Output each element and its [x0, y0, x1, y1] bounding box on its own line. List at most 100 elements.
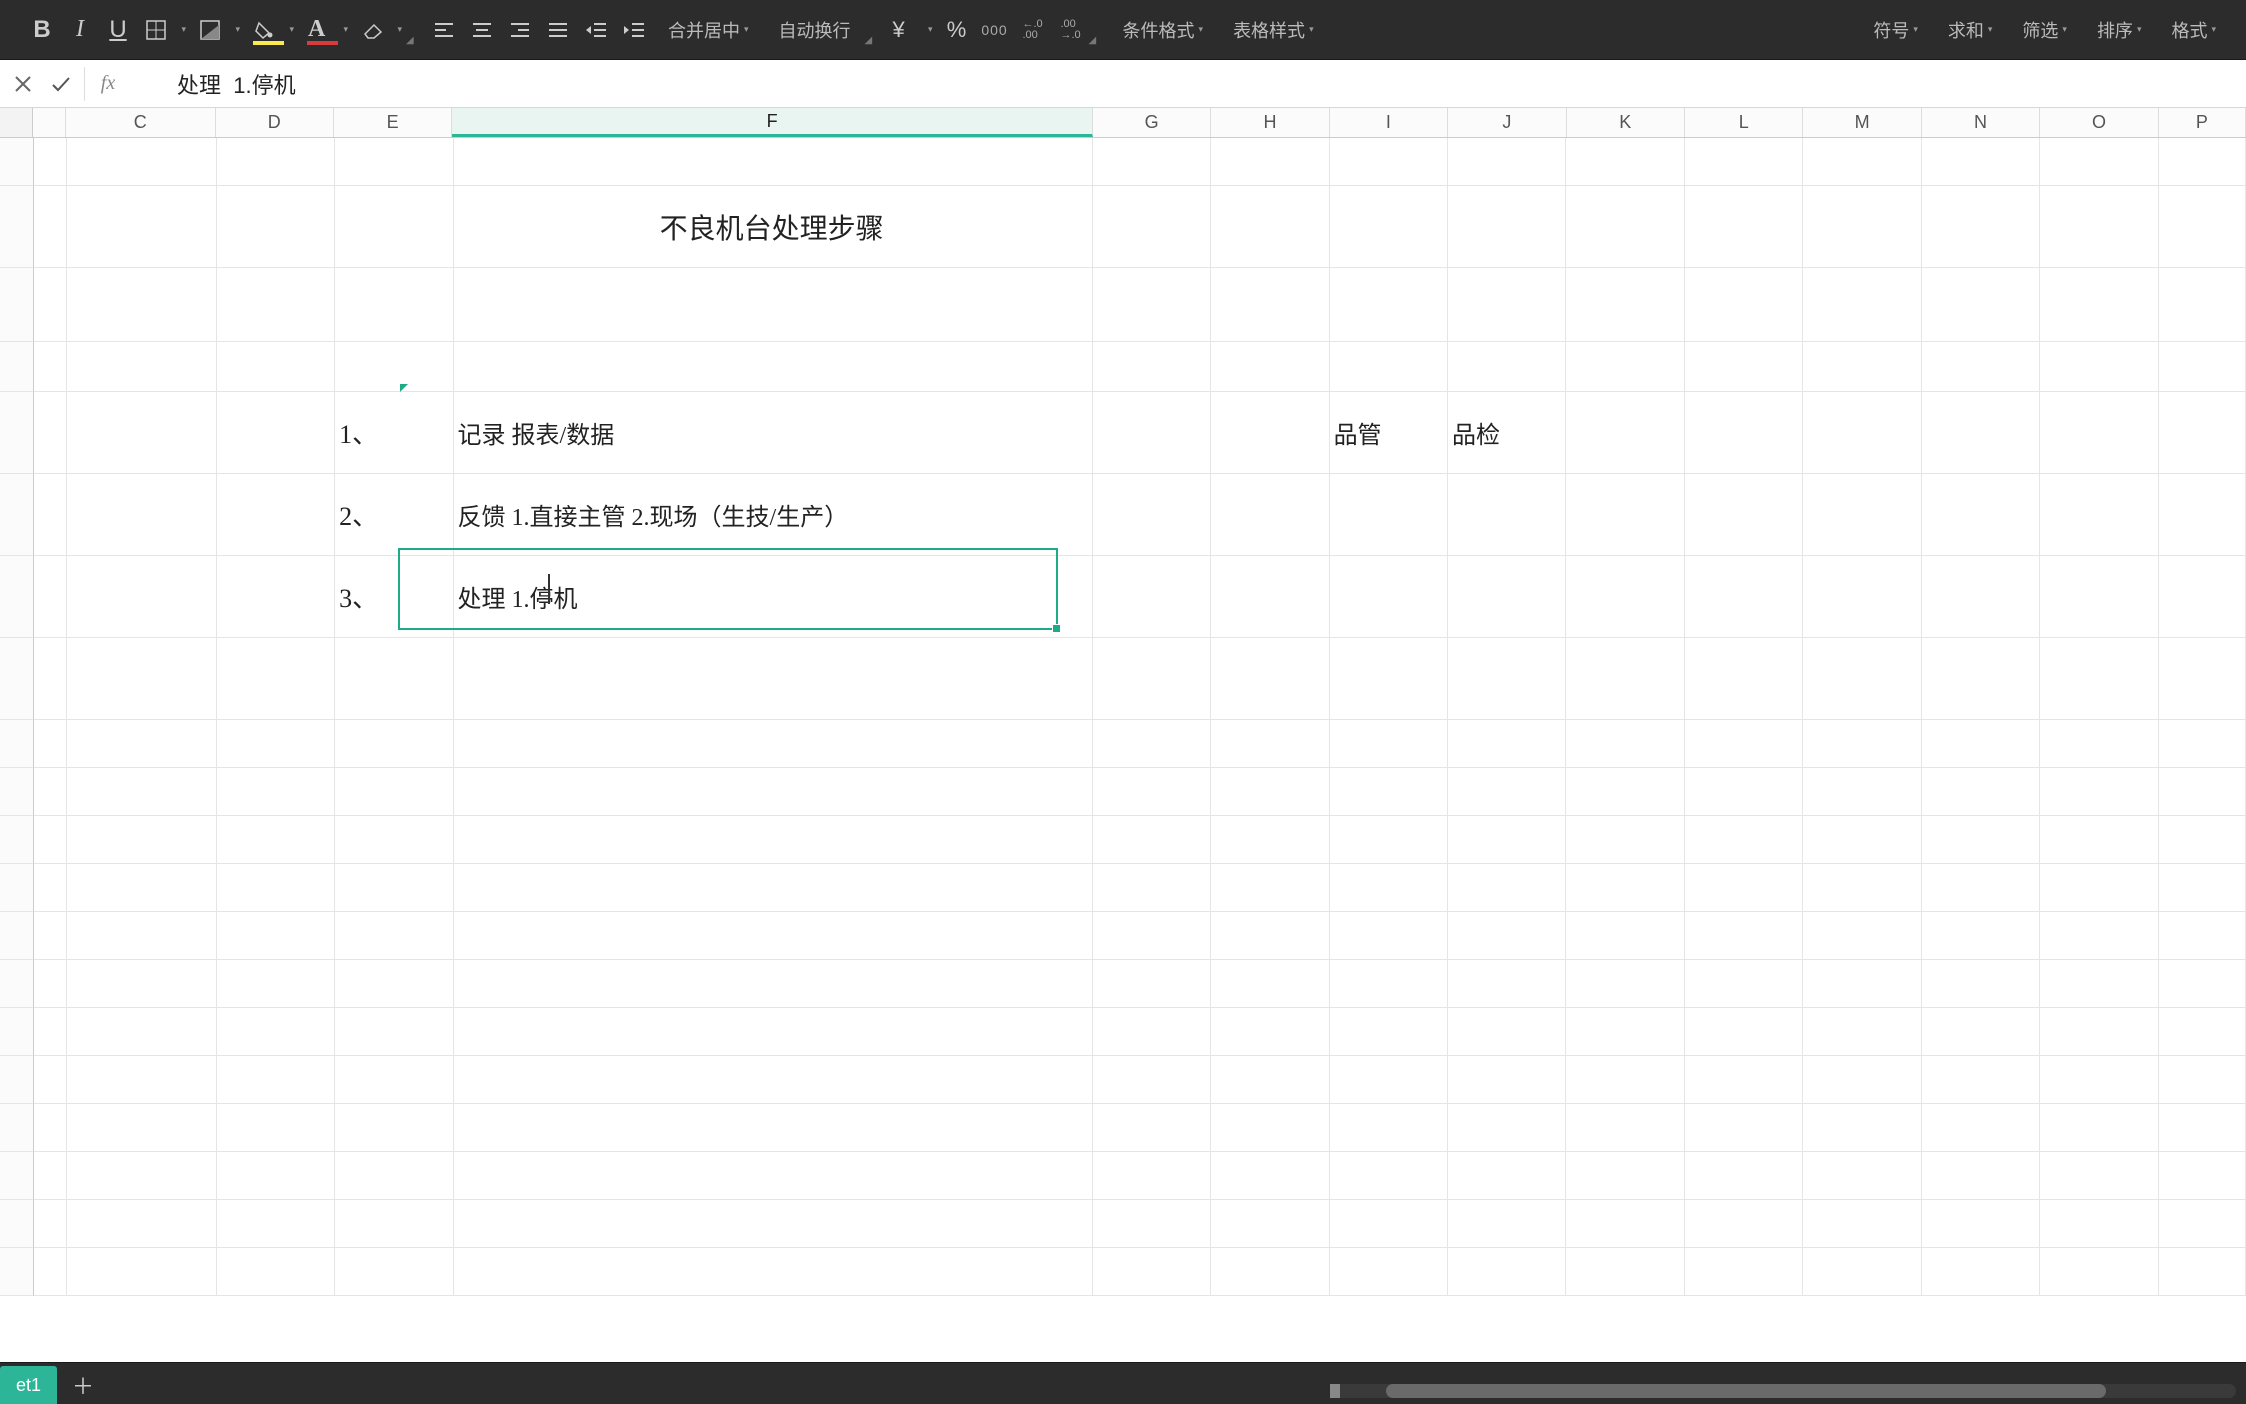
fill-cell-icon — [200, 20, 220, 40]
col-header-O[interactable]: O — [2040, 108, 2158, 137]
font-a-icon: A — [308, 16, 325, 43]
horizontal-scrollbar[interactable] — [1330, 1384, 2236, 1398]
cell-error-marker — [400, 384, 408, 392]
table-style-group: 条件格式▾ 表格样式▾ — [1109, 12, 1328, 48]
font-color-swatch — [307, 41, 338, 45]
decimal-decrease-button[interactable]: .00→.0 — [1053, 12, 1089, 48]
row-header[interactable] — [0, 864, 34, 912]
row-header[interactable] — [0, 1152, 34, 1200]
row-header[interactable] — [0, 912, 34, 960]
align-right-button[interactable] — [502, 12, 538, 48]
row1-J[interactable]: 品检 — [1448, 392, 1566, 474]
row3-number[interactable]: 3、 — [335, 556, 453, 638]
row2-number[interactable]: 2、 — [335, 474, 453, 556]
col-header-P[interactable]: P — [2159, 108, 2246, 137]
merge-center-button[interactable]: 合并居中▾ — [654, 12, 763, 48]
row-header[interactable] — [0, 1200, 34, 1248]
cancel-edit-button[interactable] — [6, 67, 40, 101]
row-header[interactable] — [0, 186, 34, 268]
group-expand-icon[interactable]: ◢ — [865, 35, 875, 45]
row-header[interactable] — [0, 1008, 34, 1056]
currency-button[interactable]: ¥ ▾ — [885, 12, 937, 48]
row-header[interactable] — [0, 1248, 34, 1296]
col-header-F[interactable]: F — [452, 108, 1093, 137]
check-icon — [51, 75, 71, 93]
grid-area[interactable]: 不良机台处理步骤 1、 记录 报表/数据 品管 品检 2、 — [0, 138, 2246, 1362]
thousands-button[interactable]: 000 — [977, 12, 1013, 48]
row-header[interactable] — [0, 474, 34, 556]
row-header[interactable] — [0, 392, 34, 474]
fill-cell-button[interactable]: ▾ — [192, 12, 244, 48]
sum-button[interactable]: 求和▾ — [1934, 12, 2007, 48]
col-header-M[interactable]: M — [1803, 108, 1921, 137]
bold-button[interactable]: B — [24, 12, 60, 48]
col-header-N[interactable]: N — [1922, 108, 2040, 137]
row-header[interactable] — [0, 816, 34, 864]
bucket-icon — [254, 20, 274, 40]
symbols-button[interactable]: 符号▾ — [1859, 12, 1932, 48]
table-style-button[interactable]: 表格样式▾ — [1219, 12, 1328, 48]
decimal-increase-button[interactable]: ←.0.00 — [1015, 12, 1051, 48]
wrap-text-button[interactable]: 自动换行 — [765, 12, 865, 48]
align-justify-button[interactable] — [540, 12, 576, 48]
formula-input[interactable] — [131, 60, 2246, 107]
indent-increase-button[interactable] — [616, 12, 652, 48]
border-button[interactable]: ▾ — [138, 12, 190, 48]
col-header-K[interactable]: K — [1567, 108, 1685, 137]
row-header[interactable] — [0, 138, 34, 186]
align-left-button[interactable] — [426, 12, 462, 48]
col-header-L[interactable]: L — [1685, 108, 1803, 137]
column-headers: C D E F G H I J K L M N O P — [0, 108, 2246, 138]
chevron-down-icon: ▾ — [2137, 24, 2142, 35]
col-header-I[interactable]: I — [1330, 108, 1448, 137]
row1-number[interactable]: 1、 — [335, 392, 453, 474]
partial-button-left[interactable] — [8, 12, 22, 48]
scrollbar-thumb[interactable] — [1386, 1384, 2106, 1398]
filter-button[interactable]: 筛选▾ — [2008, 12, 2081, 48]
sheet-tab-active[interactable]: et1 — [0, 1366, 57, 1404]
col-header-E[interactable]: E — [334, 108, 452, 137]
row-header[interactable] — [0, 556, 34, 638]
row-header[interactable] — [0, 720, 34, 768]
row-header[interactable] — [0, 768, 34, 816]
confirm-edit-button[interactable] — [44, 67, 78, 101]
group-expand-icon[interactable]: ◢ — [406, 35, 416, 45]
row1-I[interactable]: 品管 — [1330, 392, 1448, 474]
indent-decrease-button[interactable] — [578, 12, 614, 48]
align-left-icon — [434, 21, 454, 39]
title-cell[interactable]: 不良机台处理步骤 — [454, 186, 1093, 268]
col-header-H[interactable]: H — [1211, 108, 1329, 137]
chevron-down-icon: ▾ — [235, 24, 240, 35]
eraser-button[interactable]: ▾ — [354, 12, 406, 48]
chevron-down-icon: ▾ — [1913, 24, 1918, 35]
group-expand-icon[interactable]: ◢ — [1089, 35, 1099, 45]
conditional-format-button[interactable]: 条件格式▾ — [1109, 12, 1218, 48]
select-all-corner[interactable] — [0, 108, 33, 137]
row-header[interactable] — [0, 1104, 34, 1152]
row-header[interactable] — [0, 960, 34, 1008]
fx-button[interactable]: fx — [91, 67, 125, 101]
col-header-J[interactable]: J — [1448, 108, 1566, 137]
percent-button[interactable]: % — [939, 12, 975, 48]
row-header[interactable] — [0, 268, 34, 342]
align-center-button[interactable] — [464, 12, 500, 48]
row-header[interactable] — [0, 342, 34, 392]
add-sheet-button[interactable]: ＋ — [63, 1366, 103, 1404]
fill-color-button[interactable]: ▾ — [246, 12, 298, 48]
format-button[interactable]: 格式▾ — [2157, 12, 2230, 48]
scrollbar-split[interactable] — [1330, 1384, 1340, 1398]
row1-text[interactable]: 记录 报表/数据 — [454, 392, 1093, 474]
underline-button[interactable]: U — [100, 12, 136, 48]
row-header[interactable] — [0, 638, 34, 720]
row2-text[interactable]: 反馈 1.直接主管 2.现场（生技/生产） — [454, 474, 1093, 556]
font-color-button[interactable]: A ▾ — [300, 12, 352, 48]
row-header[interactable] — [0, 1056, 34, 1104]
col-header-B[interactable] — [33, 108, 66, 137]
align-center-icon — [472, 21, 492, 39]
sort-button[interactable]: 排序▾ — [2083, 12, 2156, 48]
chevron-down-icon: ▾ — [289, 24, 294, 35]
col-header-D[interactable]: D — [216, 108, 334, 137]
italic-button[interactable]: I — [62, 12, 98, 48]
col-header-G[interactable]: G — [1093, 108, 1211, 137]
col-header-C[interactable]: C — [66, 108, 215, 137]
